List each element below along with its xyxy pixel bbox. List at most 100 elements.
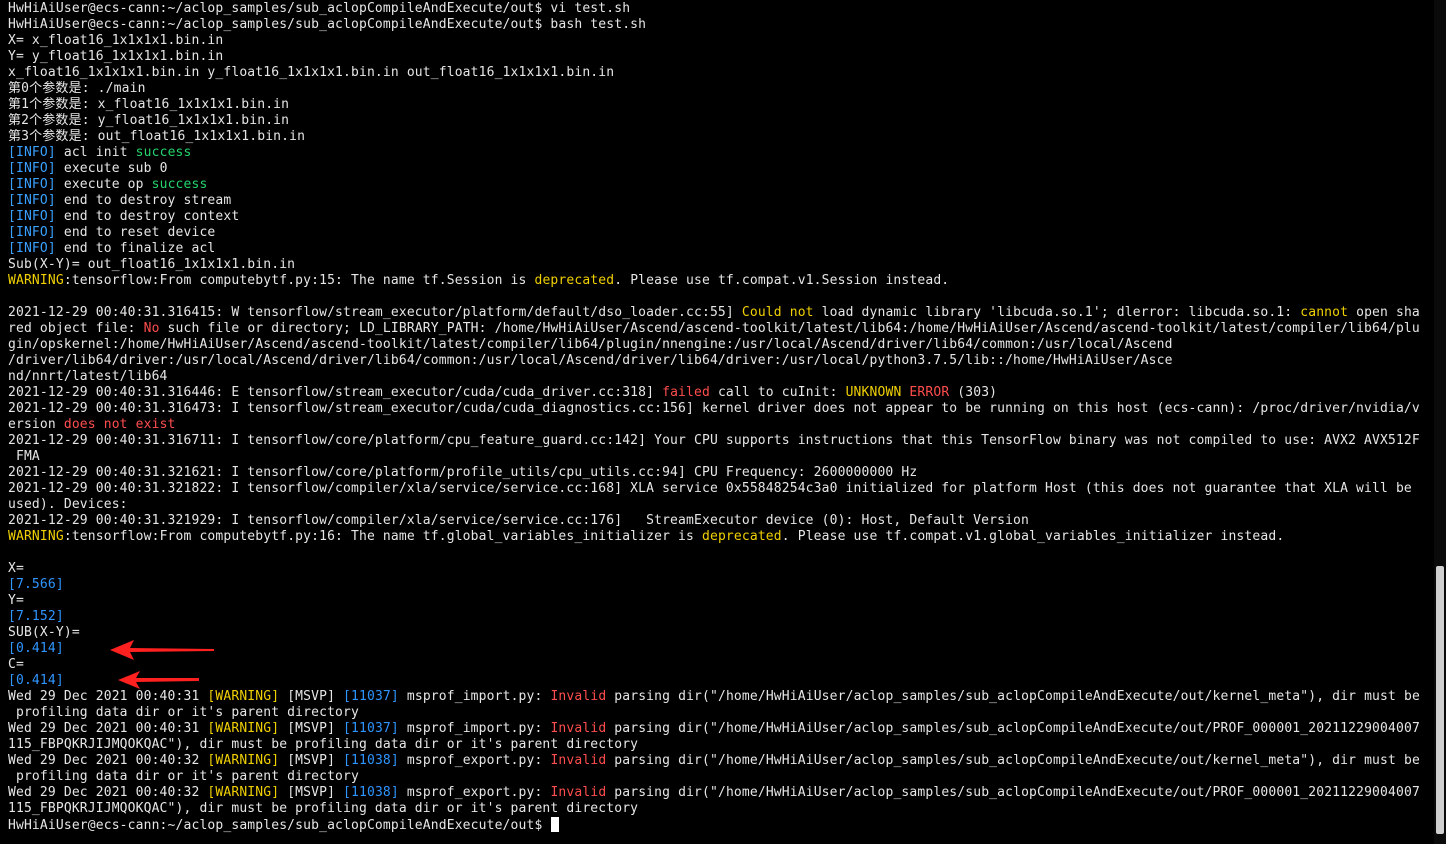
- terminal-text: such file or directory; LD_LIBRARY_PATH:…: [159, 321, 1420, 336]
- terminal-text: X= x_float16_1x1x1x1.bin.in: [8, 33, 224, 48]
- terminal-line: [INFO] execute op success: [8, 177, 1428, 193]
- terminal-line: gin/opskernel:/home/HwHiAiUser/Ascend/as…: [8, 337, 1428, 353]
- terminal-text: 115_FBPQKRJIJMQOKQAC"), dir must be prof…: [8, 801, 639, 816]
- terminal-text: msprof_export.py:: [398, 753, 551, 768]
- terminal-text: end to finalize acl: [55, 241, 216, 256]
- terminal-text: 第1个参数是: x_float16_1x1x1x1.bin.in: [8, 97, 290, 112]
- terminal-text: SUB(X-Y)=: [8, 625, 80, 640]
- terminal-line: [0.414]: [8, 641, 1428, 657]
- terminal-text: [INFO]: [8, 193, 56, 208]
- terminal-line: 2021-12-29 00:40:31.321929: I tensorflow…: [8, 513, 1428, 529]
- terminal-line: Sub(X-Y)= out_float16_1x1x1x1.bin.in: [8, 257, 1428, 273]
- terminal-text: acl init: [55, 145, 136, 160]
- terminal-text: UNKNOWN: [845, 385, 902, 400]
- terminal-text: FMA: [8, 449, 40, 464]
- red-arrow-icon: [118, 671, 199, 689]
- terminal-text: profiling data dir or it's parent direct…: [8, 705, 359, 720]
- terminal-line: HwHiAiUser@ecs-cann:~/aclop_samples/sub_…: [8, 1, 1428, 17]
- terminal-line: 2021-12-29 00:40:31.316446: E tensorflow…: [8, 385, 1428, 401]
- red-arrow-icon: [110, 640, 214, 660]
- terminal-text: end to destroy context: [55, 209, 240, 224]
- terminal-text: . Please use tf.compat.v1.Session instea…: [614, 273, 950, 288]
- terminal-line: 2021-12-29 00:40:31.316711: I tensorflow…: [8, 433, 1428, 449]
- terminal-text: [INFO]: [8, 209, 56, 224]
- terminal-line: 第3个参数是: out_float16_1x1x1x1.bin.in: [8, 129, 1428, 145]
- terminal-text: Wed 29 Dec 2021 00:40:31: [8, 721, 208, 736]
- terminal-text: end to destroy stream: [55, 193, 232, 208]
- terminal-text: [INFO]: [8, 145, 56, 160]
- terminal-text: Invalid: [550, 753, 607, 768]
- terminal-text: [11037]: [343, 721, 399, 736]
- terminal-line: [INFO] acl init success: [8, 145, 1428, 161]
- terminal-text: No: [143, 321, 160, 336]
- terminal-text: 第2个参数是: y_float16_1x1x1x1.bin.in: [8, 113, 290, 128]
- terminal-line: 第0个参数是: ./main: [8, 81, 1428, 97]
- terminal-line: C=: [8, 657, 1428, 673]
- terminal-text: Invalid: [550, 721, 607, 736]
- terminal-text: red object file:: [8, 321, 144, 336]
- terminal-text: parsing dir("/home/HwHiAiUser/aclop_samp…: [606, 753, 1420, 768]
- terminal-line: used). Devices:: [8, 497, 1428, 513]
- terminal-text: cannot: [1300, 305, 1349, 320]
- terminal-text: 2021-12-29 00:40:31.321929: I tensorflow…: [8, 513, 1030, 528]
- terminal-line: X=: [8, 561, 1428, 577]
- terminal-text: end to reset device: [55, 225, 216, 240]
- terminal-text: call to cuInit:: [709, 385, 846, 400]
- terminal-text: [11038]: [343, 753, 399, 768]
- terminal-text: (303): [949, 385, 998, 400]
- terminal-text: gin/opskernel:/home/HwHiAiUser/Ascend/as…: [8, 337, 1173, 352]
- terminal-text: deprecated: [534, 273, 615, 288]
- terminal-line: FMA: [8, 449, 1428, 465]
- terminal-text: [INFO]: [8, 161, 56, 176]
- terminal-line: x_float16_1x1x1x1.bin.in y_float16_1x1x1…: [8, 65, 1428, 81]
- terminal-text: open sha: [1348, 305, 1420, 320]
- terminal-text: [WARNING]: [207, 785, 280, 800]
- terminal-text: success: [151, 177, 208, 192]
- terminal-line: HwHiAiUser@ecs-cann:~/aclop_samples/sub_…: [8, 817, 1428, 833]
- scrollbar-thumb[interactable]: [1436, 566, 1444, 834]
- terminal-text: parsing dir("/home/HwHiAiUser/aclop_samp…: [606, 785, 1420, 800]
- terminal-text: Invalid: [550, 785, 607, 800]
- terminal-text: deprecated: [701, 529, 782, 544]
- terminal-line: [INFO] end to destroy context: [8, 209, 1428, 225]
- terminal-text: x_float16_1x1x1x1.bin.in y_float16_1x1x1…: [8, 65, 615, 80]
- terminal-text: parsing dir("/home/HwHiAiUser/aclop_samp…: [606, 689, 1420, 704]
- terminal-line: /driver/lib64/driver:/usr/local/Ascend/d…: [8, 353, 1428, 369]
- terminal-text: [7.152]: [8, 609, 64, 624]
- terminal-line: HwHiAiUser@ecs-cann:~/aclop_samples/sub_…: [8, 17, 1428, 33]
- terminal-text: [INFO]: [8, 225, 56, 240]
- terminal-text: /driver/lib64/driver:/usr/local/Ascend/d…: [8, 353, 1173, 368]
- terminal-text: execute op: [55, 177, 152, 192]
- terminal-text: 2021-12-29 00:40:31.321822: I tensorflow…: [8, 481, 1412, 496]
- terminal-line: Wed 29 Dec 2021 00:40:31 [WARNING] [MSVP…: [8, 721, 1428, 737]
- terminal-text: WARNING: [8, 529, 64, 544]
- terminal-line: red object file: No such file or directo…: [8, 321, 1428, 337]
- terminal-line: [INFO] end to reset device: [8, 225, 1428, 241]
- terminal-text: [MSVP]: [279, 753, 344, 768]
- terminal-text: profiling data dir or it's parent direct…: [8, 769, 359, 784]
- terminal-text: [MSVP]: [279, 721, 344, 736]
- terminal-text: [MSVP]: [279, 689, 344, 704]
- terminal-text: [INFO]: [8, 241, 56, 256]
- terminal-text: HwHiAiUser@ecs-cann:~/aclop_samples/sub_…: [8, 818, 551, 833]
- terminal-window[interactable]: HwHiAiUser@ecs-cann:~/aclop_samples/sub_…: [0, 0, 1446, 844]
- terminal-text: does not exist: [63, 417, 176, 432]
- terminal-line: ersion does not exist: [8, 417, 1428, 433]
- terminal-line: nd/nnrt/latest/lib64: [8, 369, 1428, 385]
- terminal-text: 115_FBPQKRJIJMQOKQAC"), dir must be prof…: [8, 737, 639, 752]
- terminal-line: WARNING:tensorflow:From computebytf.py:1…: [8, 273, 1428, 289]
- terminal-text: msprof_export.py:: [398, 785, 551, 800]
- terminal-text: C=: [8, 657, 24, 672]
- terminal-line: [0.414]: [8, 673, 1428, 689]
- terminal-text: :tensorflow:From computebytf.py:16: The …: [63, 529, 702, 544]
- terminal-text: Could not: [741, 305, 814, 320]
- terminal-text: 2021-12-29 00:40:31.316446: E tensorflow…: [8, 385, 663, 400]
- terminal-text: [INFO]: [8, 177, 56, 192]
- terminal-text: 2021-12-29 00:40:31.316473: I tensorflow…: [8, 401, 1420, 416]
- scrollbar[interactable]: [1434, 0, 1446, 844]
- terminal-line: Y=: [8, 593, 1428, 609]
- terminal-text: success: [135, 145, 192, 160]
- terminal-text: ersion: [8, 417, 64, 432]
- terminal-line: 2021-12-29 00:40:31.316415: W tensorflow…: [8, 305, 1428, 321]
